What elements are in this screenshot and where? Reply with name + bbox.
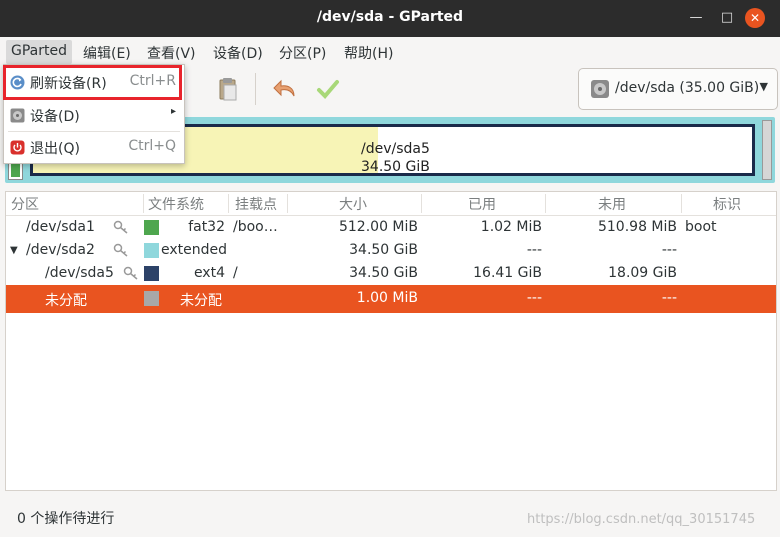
- used: 1.02 MiB: [480, 219, 542, 235]
- table-row-selected[interactable]: 未分配 未分配 1.00 MiB --- ---: [6, 285, 776, 313]
- filesystem-color-swatch: [144, 291, 159, 306]
- chevron-down-icon: ▼: [759, 80, 768, 93]
- title-bar: /dev/sda - GParted — □ ✕: [0, 0, 780, 37]
- disk-icon: [590, 79, 610, 99]
- flags: boot: [685, 219, 717, 235]
- toolbar-separator: [255, 73, 256, 105]
- table-row[interactable]: ▼ /dev/sda2 extended 34.50 GiB --- ---: [6, 239, 776, 262]
- annotation-highlight: [3, 65, 182, 100]
- table-row[interactable]: /dev/sda1 fat32 /boo… 512.00 MiB 1.02 Mi…: [6, 216, 776, 239]
- undo-icon[interactable]: [272, 75, 300, 103]
- unused: ---: [661, 242, 677, 258]
- key-icon: [113, 220, 129, 234]
- table-header: 分区 文件系统 挂载点 大小 已用 未用 标识: [6, 192, 776, 216]
- used: ---: [526, 242, 542, 258]
- menu-view[interactable]: 查看(V): [147, 43, 196, 63]
- table-row[interactable]: /dev/sda5 ext4 / 34.50 GiB 16.41 GiB 18.…: [6, 262, 776, 285]
- expander-icon[interactable]: ▼: [10, 245, 18, 256]
- menu-item-accelerator: Ctrl+Q: [128, 138, 176, 154]
- menu-item-label: 设备(D): [30, 109, 80, 125]
- menu-partition[interactable]: 分区(P): [279, 43, 326, 63]
- map-partition-name: /dev/sda5: [361, 141, 430, 157]
- disk-icon: [10, 108, 25, 123]
- window-title: /dev/sda - GParted: [316, 9, 464, 25]
- apply-icon[interactable]: [314, 75, 342, 103]
- menu-item-quit[interactable]: 退出(Q) Ctrl+Q: [4, 133, 184, 161]
- filesystem: 未分配: [180, 293, 222, 309]
- map-partition-label: /dev/sda5 34.50 GiB: [361, 140, 430, 176]
- size: 34.50 GiB: [349, 265, 418, 281]
- menu-help[interactable]: 帮助(H): [344, 43, 393, 63]
- partition-table: 分区 文件系统 挂载点 大小 已用 未用 标识 /dev/sda1 fat32 …: [5, 191, 777, 491]
- quit-icon: [10, 140, 25, 155]
- partition-name: /dev/sda5: [45, 265, 114, 281]
- col-flags[interactable]: 标识: [713, 194, 741, 214]
- key-icon: [113, 243, 129, 257]
- used: 16.41 GiB: [473, 265, 542, 281]
- col-mountpoint[interactable]: 挂载点: [235, 194, 277, 214]
- minimize-button[interactable]: —: [686, 8, 706, 28]
- col-filesystem[interactable]: 文件系统: [148, 194, 204, 214]
- unused: 18.09 GiB: [608, 265, 677, 281]
- maximize-button[interactable]: □: [717, 8, 737, 28]
- pending-operations-status: 0 个操作待进行: [17, 511, 115, 527]
- device-selector[interactable]: /dev/sda (35.00 GiB) ▼: [578, 68, 778, 110]
- filesystem-color-swatch: [144, 266, 159, 281]
- filesystem-color-swatch: [144, 220, 159, 235]
- col-size[interactable]: 大小: [339, 194, 367, 214]
- partition-name: /dev/sda1: [26, 219, 95, 235]
- col-unused[interactable]: 未用: [598, 194, 626, 214]
- partition-name: 未分配: [45, 293, 87, 309]
- size: 512.00 MiB: [338, 219, 418, 235]
- paste-icon[interactable]: [214, 75, 242, 103]
- menu-item-label: 退出(Q): [30, 141, 80, 157]
- filesystem: extended: [161, 242, 228, 258]
- col-partition[interactable]: 分区: [11, 194, 39, 214]
- unused: ---: [661, 290, 677, 306]
- unused: 510.98 MiB: [597, 219, 677, 235]
- filesystem: ext4: [193, 265, 225, 281]
- close-button[interactable]: ✕: [745, 8, 765, 28]
- menu-item-devices[interactable]: 设备(D) ▸: [4, 101, 184, 129]
- mountpoint: /boo…: [233, 219, 278, 235]
- col-used[interactable]: 已用: [468, 194, 496, 214]
- menu-edit[interactable]: 编辑(E): [83, 43, 131, 63]
- filesystem: fat32: [188, 219, 225, 235]
- submenu-arrow-icon: ▸: [170, 106, 176, 117]
- mountpoint: /: [233, 265, 238, 281]
- used: ---: [526, 290, 542, 306]
- menu-device[interactable]: 设备(D): [213, 43, 263, 63]
- size: 34.50 GiB: [349, 242, 418, 258]
- watermark: https://blog.csdn.net/qq_30151745: [527, 512, 756, 527]
- partition-name: /dev/sda2: [26, 242, 95, 258]
- device-selector-label: /dev/sda (35.00 GiB): [615, 80, 760, 96]
- filesystem-color-swatch: [144, 243, 159, 258]
- menu-separator: [8, 131, 180, 132]
- menu-gparted[interactable]: GParted: [6, 40, 72, 64]
- map-partition-size: 34.50 GiB: [361, 159, 430, 175]
- map-unallocated[interactable]: [762, 120, 772, 180]
- key-icon: [123, 266, 139, 280]
- size: 1.00 MiB: [356, 290, 418, 306]
- menu-bar: GParted 编辑(E) 查看(V) 设备(D) 分区(P) 帮助(H): [0, 37, 780, 65]
